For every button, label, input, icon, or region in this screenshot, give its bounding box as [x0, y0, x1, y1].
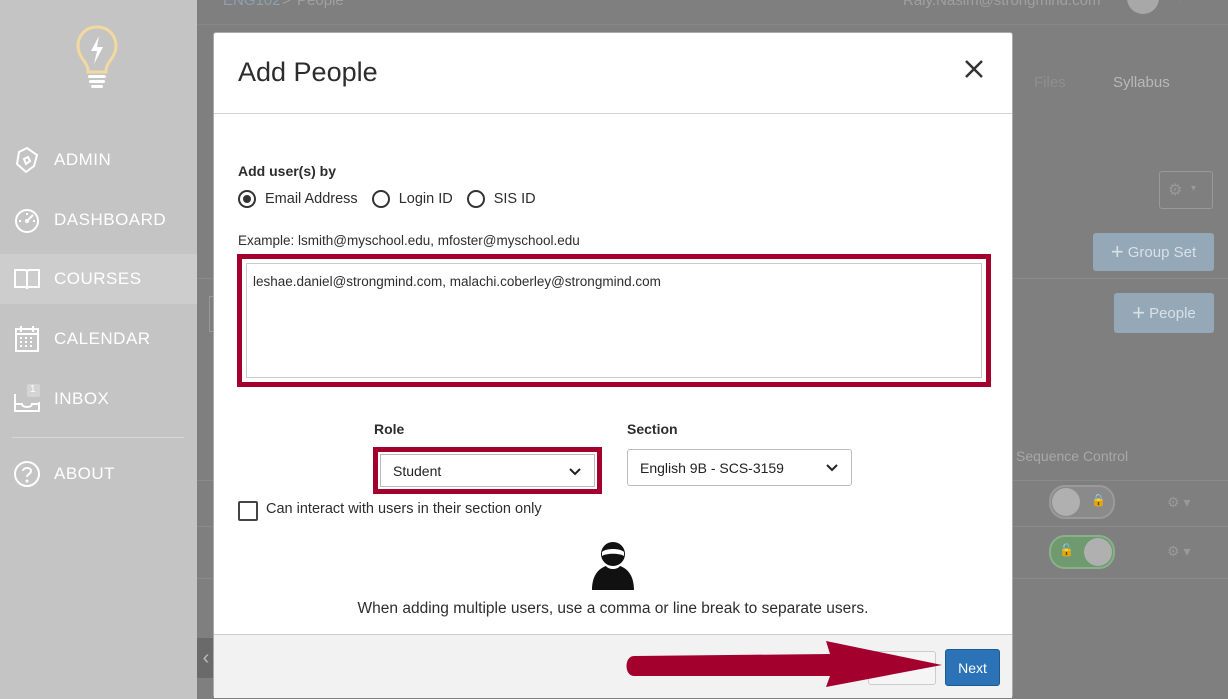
- radio-button[interactable]: [371, 190, 390, 208]
- header-divider: [197, 24, 1228, 25]
- chevron-down-icon: [826, 464, 838, 472]
- add-by-label: Add user(s) by: [238, 163, 337, 179]
- example-text: Example: lsmith@myschool.edu, mfoster@my…: [238, 233, 580, 248]
- callout-arrow-icon: [626, 641, 942, 687]
- radio-label: SIS ID: [493, 191, 536, 207]
- multiple-users-hint: When adding multiple users, use a comma …: [357, 600, 869, 617]
- radio-button[interactable]: [238, 190, 256, 208]
- breadcrumb-current: People: [297, 0, 344, 9]
- nav-label: CALENDAR: [54, 329, 151, 348]
- nav-item-about[interactable]: ABOUT: [0, 449, 197, 499]
- sequence-lock-toggle[interactable]: 🔒: [1049, 485, 1115, 519]
- toggle-knob: [1052, 488, 1080, 516]
- add-by-radio-group: Email Address Login ID SIS ID: [238, 190, 550, 208]
- dialog-header: Add People: [214, 33, 1012, 114]
- tab-files[interactable]: Files: [1034, 74, 1066, 91]
- section-select[interactable]: English 9B - SCS-3159: [627, 449, 852, 486]
- section-only-checkbox[interactable]: [238, 501, 258, 521]
- close-icon[interactable]: [962, 57, 986, 81]
- section-select-value: English 9B - SCS-3159: [640, 459, 784, 476]
- radio-email-address[interactable]: Email Address: [238, 190, 358, 208]
- settings-menu-button[interactable]: ⚙ ▾: [1159, 171, 1213, 209]
- global-nav-sidebar: ADMIN DASHBOARD COURSES CALENDAR 1 INBOX…: [0, 0, 197, 699]
- unlock-icon: 🔓: [1059, 543, 1074, 557]
- calendar-icon: [13, 325, 41, 353]
- radio-sis-id[interactable]: SIS ID: [466, 190, 536, 208]
- toggle-knob: [1084, 538, 1112, 566]
- speedometer-icon: [13, 206, 41, 234]
- button-label: Group Set: [1127, 243, 1197, 261]
- sequence-control-header: Sequence Control: [1016, 448, 1129, 464]
- role-select[interactable]: Student: [380, 454, 595, 487]
- breadcrumb-separator: >: [282, 0, 291, 9]
- book-icon: [13, 265, 41, 293]
- dialog-title: Add People: [238, 57, 378, 87]
- breadcrumb-course[interactable]: ENG102: [223, 0, 281, 9]
- sequence-unlock-toggle[interactable]: 🔓: [1049, 535, 1115, 569]
- radio-button[interactable]: [466, 190, 485, 208]
- user-name[interactable]: Raly.Nasim@strongmind.com: [903, 0, 1101, 9]
- nav-label: ADMIN: [54, 150, 112, 169]
- tab-syllabus[interactable]: Syllabus: [1113, 74, 1170, 91]
- lock-icon: 🔒: [1091, 493, 1106, 507]
- role-label: Role: [374, 421, 405, 437]
- nav-item-inbox[interactable]: 1 INBOX: [0, 374, 197, 424]
- chevron-down-icon: [569, 468, 581, 476]
- nav-item-calendar[interactable]: CALENDAR: [0, 314, 197, 364]
- add-people-button[interactable]: + People: [1114, 293, 1214, 333]
- plus-icon: +: [1110, 239, 1124, 264]
- chevron-down-icon[interactable]: ▾: [1177, 0, 1183, 4]
- avatar[interactable]: [1127, 0, 1159, 14]
- nav-item-admin[interactable]: ADMIN: [0, 135, 197, 185]
- lightbulb-logo-icon[interactable]: [75, 24, 119, 90]
- gear-icon: ⚙: [1168, 182, 1183, 199]
- section-label: Section: [627, 421, 678, 437]
- nav-label: DASHBOARD: [54, 210, 167, 229]
- nav-label: INBOX: [54, 389, 110, 408]
- role-select-value: Student: [393, 462, 442, 479]
- nav-label: ABOUT: [54, 464, 116, 483]
- add-people-dialog: Add People Add user(s) by Email Address …: [213, 32, 1013, 698]
- next-button[interactable]: Next: [945, 649, 1000, 686]
- user-silhouette-icon: [592, 542, 634, 590]
- radio-label: Login ID: [398, 191, 453, 207]
- section-only-label[interactable]: Can interact with users in their section…: [266, 501, 542, 517]
- nav-label: COURSES: [54, 269, 142, 288]
- nav-item-courses[interactable]: COURSES: [0, 254, 197, 304]
- shield-icon: [13, 146, 41, 174]
- radio-label: Email Address: [265, 191, 358, 207]
- add-group-set-button[interactable]: + Group Set: [1093, 233, 1214, 271]
- users-textarea[interactable]: leshae.daniel@strongmind.com, malachi.co…: [246, 263, 982, 378]
- inbox-badge: 1: [30, 384, 37, 395]
- row-settings-gear-icon[interactable]: ⚙ ▾: [1167, 543, 1190, 560]
- inbox-icon: 1: [13, 384, 41, 413]
- radio-login-id[interactable]: Login ID: [371, 190, 453, 208]
- help-icon: [13, 460, 41, 488]
- row-settings-gear-icon[interactable]: ⚙ ▾: [1167, 494, 1190, 511]
- nav-divider: [12, 437, 184, 438]
- nav-item-dashboard[interactable]: DASHBOARD: [0, 195, 197, 245]
- chevron-down-icon: ▾: [1191, 183, 1197, 194]
- plus-icon: +: [1132, 300, 1146, 325]
- button-label: People: [1149, 304, 1196, 322]
